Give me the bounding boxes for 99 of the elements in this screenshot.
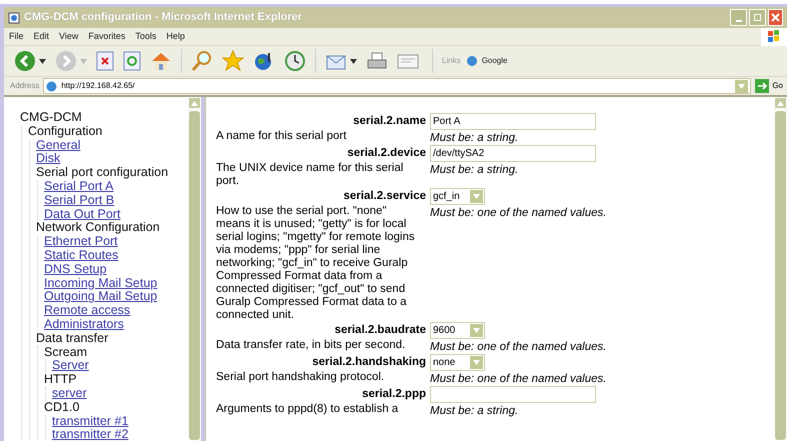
nav-heading: Scream	[44, 346, 88, 360]
caret-icon	[39, 58, 46, 64]
page-icon	[466, 55, 478, 67]
printer-icon	[366, 51, 388, 71]
nav-heading: CD1.0	[44, 400, 80, 415]
text-field[interactable]	[430, 386, 596, 403]
field-description: The UNIX device name for this serial port.	[216, 162, 404, 188]
caret-icon	[473, 360, 480, 365]
windows-flag-icon	[767, 30, 781, 43]
clock-icon	[284, 50, 306, 72]
caret-icon	[473, 194, 480, 199]
close-button[interactable]	[768, 9, 783, 26]
search-button[interactable]	[191, 50, 213, 72]
nav-link[interactable]: General	[36, 138, 80, 152]
field-label: serial.2.baudrate	[334, 324, 426, 337]
nav-link[interactable]: Serial Port A	[44, 180, 114, 194]
nav-link[interactable]: Serial Port B	[44, 194, 114, 208]
scroll-up-button[interactable]	[774, 97, 787, 109]
dropdown[interactable]: gcf_in	[430, 188, 485, 205]
field-label: serial.2.service	[342, 190, 426, 203]
dropdown-button[interactable]	[735, 80, 748, 92]
nav-link[interactable]: transmitter #1	[52, 414, 128, 428]
refresh-icon	[123, 51, 141, 71]
field-label: serial.2.handshaking	[311, 356, 426, 369]
window-title: CMG-DCM configuration - Microsoft Internet Explorer	[24, 10, 302, 26]
refresh-button[interactable]	[123, 51, 141, 71]
menu-item[interactable]: Help	[161, 30, 190, 44]
field-label: serial.2.device	[346, 147, 426, 160]
field-description: Data transfer rate, in bits per second.	[216, 339, 406, 353]
menu-item[interactable]: Tools	[130, 30, 162, 44]
nav-link[interactable]: Administrators	[44, 318, 124, 332]
address-label: Address	[9, 80, 40, 92]
scroll-up-button[interactable]	[188, 97, 201, 109]
nav-heading: Serial port configuration	[36, 166, 168, 180]
address-field[interactable]: http://192.168.42.65/	[43, 78, 752, 94]
close-icon	[771, 13, 780, 22]
browser-icon	[8, 12, 20, 24]
nav-heading: CMG-DCM	[20, 111, 82, 125]
dropdown[interactable]: 9600	[430, 322, 485, 339]
caret-icon	[80, 58, 87, 64]
forward-button[interactable]	[55, 50, 87, 72]
nav-link[interactable]: Data Out Port	[44, 208, 120, 222]
nav-link[interactable]: Remote access	[44, 304, 130, 318]
google-link[interactable]: Google	[466, 55, 508, 67]
nav-link[interactable]: Disk	[36, 152, 60, 166]
caret-icon	[350, 58, 357, 64]
maximize-button[interactable]	[749, 9, 766, 26]
field-description: Arguments to pppd(8) to establish a	[216, 403, 400, 417]
favorites-button[interactable]	[222, 50, 244, 72]
menu-item[interactable]: File	[4, 30, 29, 44]
caret-icon	[473, 328, 480, 333]
home-icon	[150, 51, 172, 71]
nav-heading: HTTP	[44, 373, 77, 387]
text-field[interactable]: Port A	[430, 113, 596, 130]
scrollbar[interactable]	[188, 97, 201, 441]
nav-heading: Network Configuration	[36, 221, 160, 236]
nav-heading: Configuration	[28, 124, 102, 139]
dropdown[interactable]: none	[430, 354, 485, 371]
field-hint: Must be: one of the named values.	[430, 372, 608, 386]
nav-link[interactable]: server	[52, 386, 87, 401]
field-hint: Must be: a string.	[430, 163, 520, 178]
nav-link[interactable]: Static Routes	[44, 248, 118, 263]
print-button[interactable]	[366, 51, 388, 71]
document-icon	[397, 52, 419, 70]
field-label: serial.2.name	[352, 115, 426, 128]
up-arrow-icon	[777, 100, 784, 106]
field-description: A name for this serial port	[216, 130, 348, 144]
field-description: How to use the serial port. "none" means it is unused; "getty" is for local serial logins; "mgetty" for remote logins via modems; "ppp" for serial line networking; "gcf_in" to receive Guralp Compressed Format data from a connected digitiser; "gcf_out" to send Guralp Compressed Format data to a connected unit.	[216, 205, 416, 322]
caret-icon	[738, 84, 746, 88]
links-label: Links	[442, 55, 461, 67]
nav-heading: Data transfer	[36, 332, 108, 346]
scrollbar[interactable]	[774, 97, 787, 441]
field-description: Serial port handshaking protocol.	[216, 371, 386, 385]
minimize-button[interactable]	[730, 9, 747, 26]
nav-link[interactable]: transmitter #2	[52, 428, 128, 441]
nav-link[interactable]: Server	[52, 359, 89, 374]
back-button[interactable]	[14, 50, 46, 72]
edit-button[interactable]	[397, 52, 419, 70]
up-arrow-icon	[191, 100, 198, 106]
menu-item[interactable]: View	[54, 30, 84, 44]
field-label: serial.2.ppp	[361, 388, 426, 401]
home-button[interactable]	[150, 51, 172, 71]
nav-link[interactable]: DNS Setup	[44, 262, 107, 277]
search-icon	[191, 50, 213, 72]
nav-link[interactable]: Ethernet Port	[44, 235, 118, 249]
field-hint: Must be: a string.	[430, 404, 520, 418]
field-hint: Must be: one of the named values.	[430, 340, 608, 354]
stop-icon	[96, 51, 114, 71]
field-hint: Must be: one of the named values.	[430, 206, 608, 221]
nav-link[interactable]: Outgoing Mail Setup	[44, 290, 158, 304]
history-button[interactable]	[284, 50, 306, 72]
nav-link[interactable]: Incoming Mail Setup	[44, 276, 158, 290]
text-field[interactable]: /dev/ttySA2	[430, 145, 596, 162]
menu-item[interactable]: Edit	[28, 30, 54, 44]
menu-item[interactable]: Favorites	[83, 30, 130, 44]
field-hint: Must be: a string.	[430, 131, 520, 145]
star-icon	[222, 50, 244, 72]
page-icon	[46, 80, 58, 92]
stop-button[interactable]	[96, 51, 114, 71]
